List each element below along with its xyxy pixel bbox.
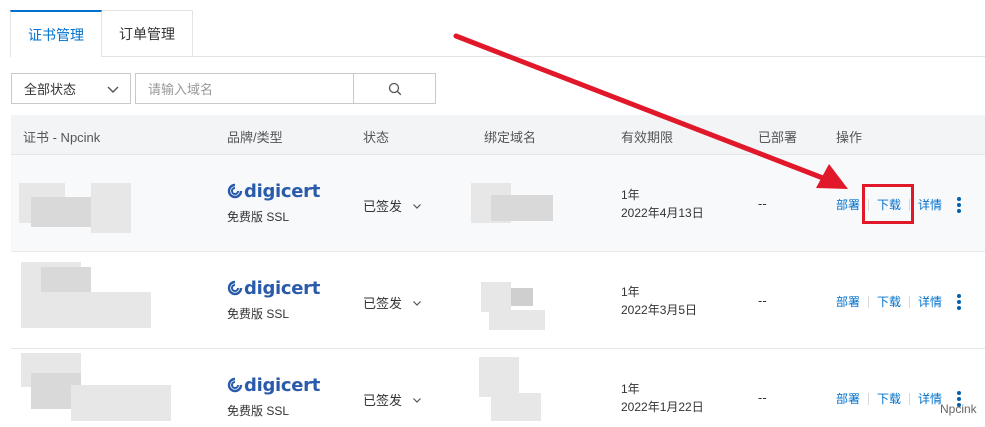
tab-certificate-management[interactable]: 证书管理 (10, 10, 102, 57)
domain-search-input[interactable]: 请输入域名 (135, 73, 353, 104)
status-cell[interactable]: 已签发 (363, 196, 422, 215)
tab-order-management[interactable]: 订单管理 (102, 10, 193, 57)
table-row: digicert 免费版 SSL 已签发 1年 2022年1月22日 -- 部署… (11, 349, 985, 427)
redacted-domain (479, 357, 519, 397)
status-cell[interactable]: 已签发 (363, 293, 422, 312)
chevron-down-icon (413, 397, 421, 403)
header-brand: 品牌/类型 (227, 130, 283, 145)
digicert-logo: digicert (227, 374, 320, 396)
brand-cell: digicert 免费版 SSL (227, 277, 320, 322)
search-icon (388, 82, 401, 95)
cert-type: 免费版 SSL (227, 210, 290, 224)
table-row: digicert 免费版 SSL 已签发 1年 2022年4月13日 -- 部署… (11, 155, 985, 252)
redacted-domain (481, 282, 511, 312)
ops-cell: 部署 下载 详情 (836, 293, 964, 310)
expire-date: 2022年4月13日 (621, 206, 704, 220)
more-options-icon[interactable] (954, 196, 964, 213)
cert-type: 免费版 SSL (227, 307, 290, 321)
digicert-logo: digicert (227, 277, 320, 299)
header-deployed: 已部署 (758, 130, 798, 145)
header-cert: 证书 - Npcink (23, 130, 101, 145)
cert-type: 免费版 SSL (227, 404, 290, 418)
table-row: digicert 免费版 SSL 已签发 1年 2022年3月5日 -- 部署 … (11, 252, 985, 349)
validity-period: 1年 (621, 285, 640, 299)
filter-bar: 全部状态 请输入域名 (11, 73, 436, 104)
digicert-logo: digicert (227, 180, 320, 202)
validity-period: 1年 (621, 382, 640, 396)
status-text: 已签发 (363, 393, 403, 408)
certificate-table: 证书 - Npcink 品牌/类型 状态 绑定域名 有效期限 已部署 操作 di… (11, 115, 985, 427)
chevron-down-icon (107, 86, 119, 93)
status-text: 已签发 (363, 199, 403, 214)
deployed-cell: -- (758, 293, 767, 308)
status-select-value: 全部状态 (24, 82, 77, 97)
expire-date: 2022年1月22日 (621, 400, 704, 414)
redacted-domain (489, 310, 545, 330)
digicert-mark-icon (227, 280, 243, 296)
redacted-cert-name (21, 292, 151, 328)
header-status: 状态 (363, 130, 390, 145)
redacted-domain (491, 393, 541, 421)
brand-name: digicert (244, 180, 321, 202)
deploy-link[interactable]: 部署 (836, 390, 868, 407)
redacted-domain (511, 288, 533, 306)
watermark: Npcink (940, 402, 977, 416)
redacted-cert-name (71, 385, 171, 421)
search-button[interactable] (353, 73, 436, 104)
brand-name: digicert (244, 374, 321, 396)
deployed-cell: -- (758, 196, 767, 211)
download-link[interactable]: 下载 (869, 390, 909, 407)
download-link[interactable]: 下载 (869, 293, 909, 310)
redacted-domain (491, 195, 553, 221)
brand-cell: digicert 免费版 SSL (227, 180, 320, 225)
digicert-mark-icon (227, 377, 243, 393)
redacted-cert-name (41, 267, 91, 292)
header-ops: 操作 (836, 130, 863, 145)
table-header: 证书 - Npcink 品牌/类型 状态 绑定域名 有效期限 已部署 操作 (11, 115, 985, 155)
tab-bar: 证书管理 订单管理 (10, 10, 193, 57)
redacted-cert-name (91, 183, 131, 233)
brand-cell: digicert 免费版 SSL (227, 374, 320, 419)
validity-period: 1年 (621, 188, 640, 202)
validity-cell: 1年 2022年4月13日 (621, 186, 704, 222)
expire-date: 2022年3月5日 (621, 303, 698, 317)
status-select[interactable]: 全部状态 (11, 73, 131, 104)
chevron-down-icon (413, 300, 421, 306)
header-domain: 绑定域名 (484, 130, 537, 145)
deployed-cell: -- (758, 390, 767, 405)
header-validity: 有效期限 (621, 130, 674, 145)
deploy-link[interactable]: 部署 (836, 293, 868, 310)
status-text: 已签发 (363, 296, 403, 311)
detail-link[interactable]: 详情 (910, 293, 950, 310)
validity-cell: 1年 2022年3月5日 (621, 283, 697, 319)
chevron-down-icon (413, 203, 421, 209)
more-options-icon[interactable] (954, 293, 964, 310)
status-cell[interactable]: 已签发 (363, 390, 422, 409)
annotation-highlight-box (862, 184, 914, 224)
validity-cell: 1年 2022年1月22日 (621, 380, 704, 416)
brand-name: digicert (244, 277, 321, 299)
detail-link[interactable]: 详情 (910, 196, 950, 213)
digicert-mark-icon (227, 183, 243, 199)
search-placeholder: 请输入域名 (148, 82, 214, 97)
tabs-divider (190, 56, 985, 57)
